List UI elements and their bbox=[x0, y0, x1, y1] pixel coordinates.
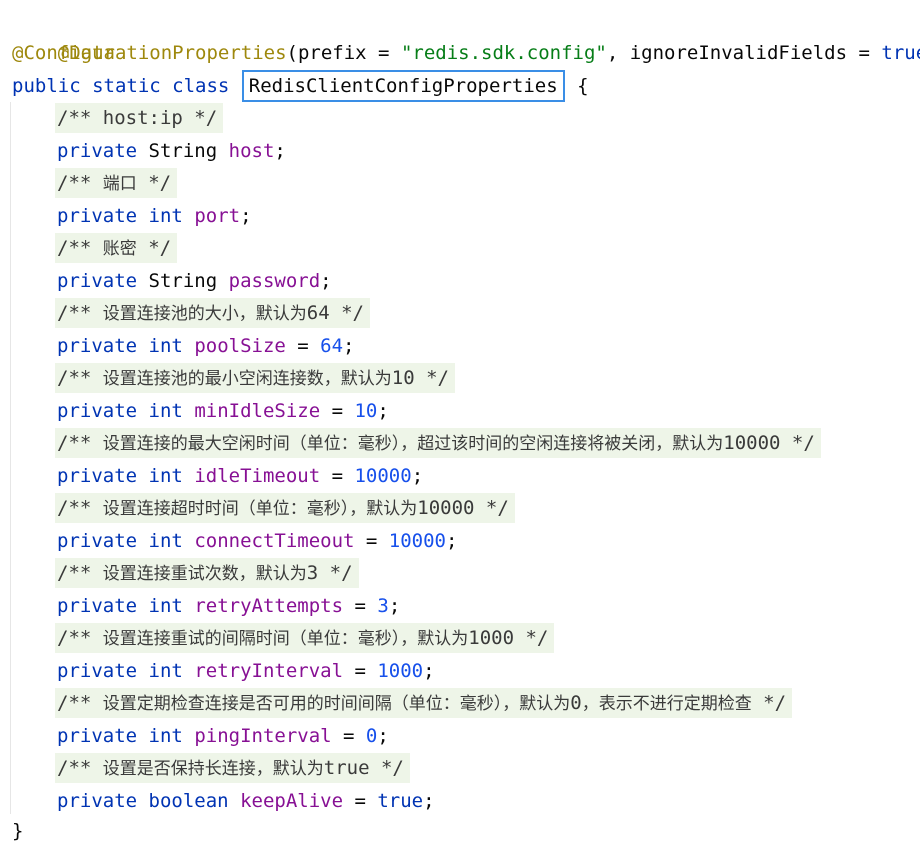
comment-line: /** 设置连接池的大小，默认为64 */ bbox=[55, 297, 370, 329]
prefix-value: "redis.sdk.config" bbox=[400, 42, 607, 64]
comment-keep-alive: /** 设置是否保持长连接，默认为true */ bbox=[55, 753, 410, 783]
comment-password: /** 账密 */ bbox=[55, 233, 178, 263]
comment-retry-attempts: /** 设置连接重试次数，默认为3 */ bbox=[55, 558, 359, 588]
field-retry-attempts: retryAttempts bbox=[194, 595, 344, 617]
comment-line: /** 账密 */ bbox=[55, 232, 178, 264]
field-line-retry-interval: private int retryInterval = 1000; bbox=[57, 660, 435, 682]
field-line-idle-timeout: private int idleTimeout = 10000; bbox=[57, 465, 424, 487]
comment-line: /** 设置连接超时时间（单位：毫秒），默认为10000 */ bbox=[55, 492, 515, 524]
comment-line: /** host:ip */ bbox=[55, 102, 224, 134]
comment-host: /** host:ip */ bbox=[55, 103, 224, 133]
field-port: port bbox=[194, 205, 241, 227]
comment-line: /** 设置连接重试的间隔时间（单位：毫秒），默认为1000 */ bbox=[55, 622, 555, 654]
class-name-highlight[interactable]: RedisClientConfigProperties bbox=[241, 70, 565, 102]
comment-line: /** 设置定期检查连接是否可用的时间间隔（单位：毫秒），默认为0，表示不进行定… bbox=[55, 687, 793, 719]
comment-idle-timeout: /** 设置连接的最大空闲时间（单位：毫秒），超过该时间的空闲连接将被关闭，默认… bbox=[55, 428, 821, 458]
field-line-retry-attempts: private int retryAttempts = 3; bbox=[57, 595, 401, 617]
field-line-connect-timeout: private int connectTimeout = 10000; bbox=[57, 530, 458, 552]
class-modifiers: public static class bbox=[12, 75, 241, 97]
open-brace: { bbox=[565, 75, 589, 97]
comment-min-idle: /** 设置连接池的最小空闲连接数，默认为10 */ bbox=[55, 363, 455, 393]
field-min-idle-size: minIdleSize bbox=[194, 400, 321, 422]
comment-line: /** 设置连接的最大空闲时间（单位：毫秒），超过该时间的空闲连接将被关闭，默认… bbox=[55, 427, 821, 459]
code-editor[interactable]: @Data @ConfigurationProperties(prefix = … bbox=[0, 0, 920, 852]
field-host: host bbox=[228, 140, 275, 162]
field-line-ping-interval: private int pingInterval = 0; bbox=[57, 725, 389, 747]
indent-guide bbox=[10, 102, 11, 814]
code-line: @Data bbox=[12, 5, 115, 64]
comment-line: /** 设置是否保持长连接，默认为true */ bbox=[55, 752, 410, 784]
field-pool-size: poolSize bbox=[194, 335, 286, 357]
field-retry-interval: retryInterval bbox=[194, 660, 344, 682]
comment-retry-interval: /** 设置连接重试的间隔时间（单位：毫秒），默认为1000 */ bbox=[55, 623, 555, 653]
prefix-open: (prefix = bbox=[286, 42, 401, 64]
comment-line: /** 设置连接重试次数，默认为3 */ bbox=[55, 557, 359, 589]
ignore-part: , ignoreInvalidFields = bbox=[606, 42, 882, 64]
annotation-config: @ConfigurationProperties bbox=[12, 42, 287, 64]
comment-ping-interval: /** 设置定期检查连接是否可用的时间间隔（单位：毫秒），默认为0，表示不进行定… bbox=[55, 688, 793, 718]
field-line-keep-alive: private boolean keepAlive = true; bbox=[57, 790, 435, 812]
field-line-password: private String password; bbox=[57, 270, 332, 292]
field-idle-timeout: idleTimeout bbox=[194, 465, 321, 487]
class-declaration-line: public static class RedisClientConfigPro… bbox=[12, 70, 589, 102]
closing-brace: } bbox=[12, 820, 24, 842]
field-password: password bbox=[228, 270, 321, 292]
ignore-value: true bbox=[881, 42, 920, 64]
field-keep-alive: keepAlive bbox=[240, 790, 344, 812]
comment-pool-size: /** 设置连接池的大小，默认为64 */ bbox=[55, 298, 370, 328]
field-line-port: private int port; bbox=[57, 205, 252, 227]
field-line-host: private String host; bbox=[57, 140, 286, 162]
field-connect-timeout: connectTimeout bbox=[194, 530, 355, 552]
field-line-pool-size: private int poolSize = 64; bbox=[57, 335, 355, 357]
code-line: @ConfigurationProperties(prefix = "redis… bbox=[12, 37, 920, 69]
comment-line: /** 端口 */ bbox=[55, 167, 178, 199]
comment-port: /** 端口 */ bbox=[55, 168, 178, 198]
field-ping-interval: pingInterval bbox=[194, 725, 332, 747]
field-line-min-idle-size: private int minIdleSize = 10; bbox=[57, 400, 389, 422]
comment-connect-timeout: /** 设置连接超时时间（单位：毫秒），默认为10000 */ bbox=[55, 493, 515, 523]
comment-line: /** 设置连接池的最小空闲连接数，默认为10 */ bbox=[55, 362, 455, 394]
